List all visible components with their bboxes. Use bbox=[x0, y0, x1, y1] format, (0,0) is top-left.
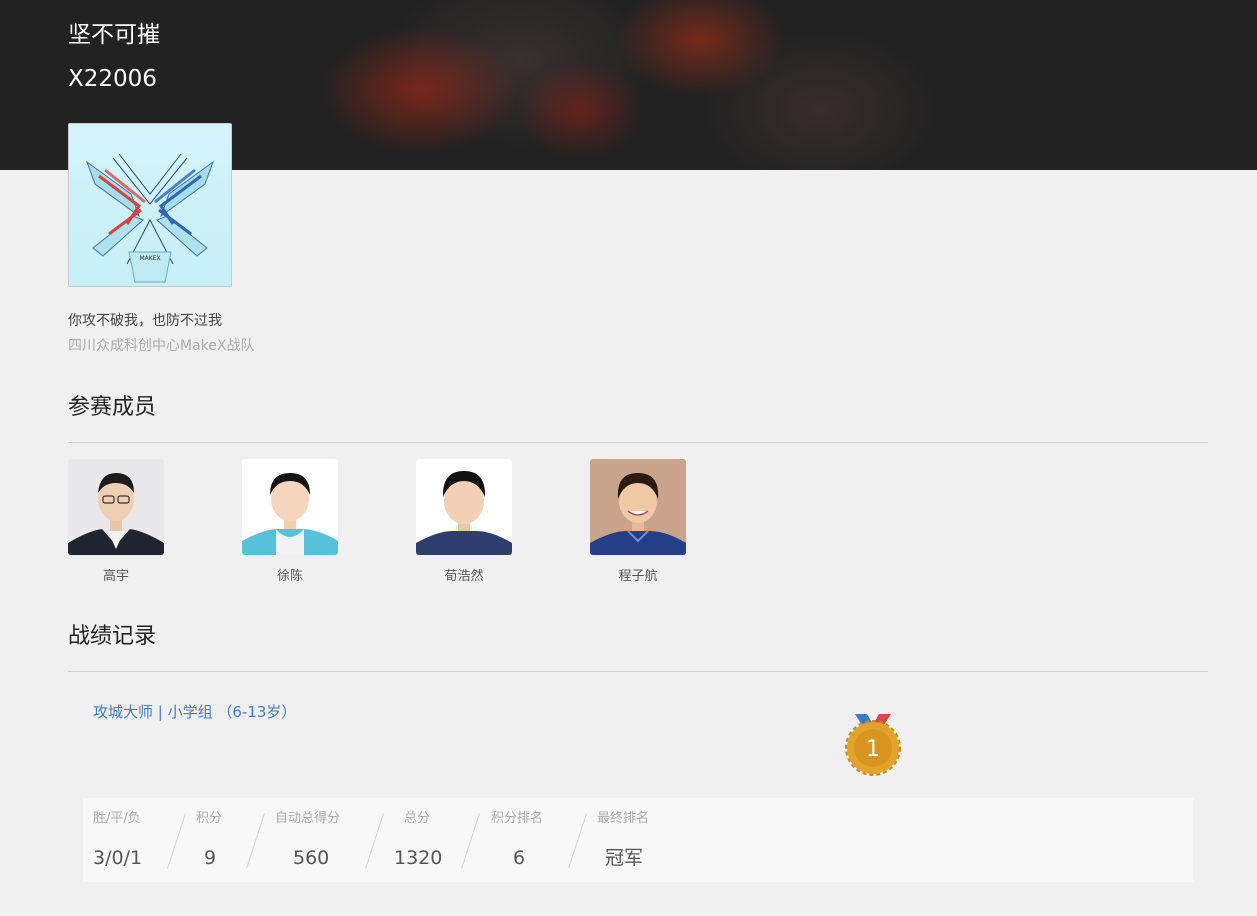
member-card[interactable]: 荀浩然 bbox=[416, 459, 512, 586]
stat-separator bbox=[461, 813, 480, 869]
stat-value: 9 bbox=[204, 847, 217, 869]
stat-label: 自动总得分 bbox=[275, 811, 341, 826]
team-name: 坚不可摧 bbox=[68, 22, 160, 48]
stat-label: 总分 bbox=[404, 811, 431, 826]
members-section-title: 参赛成员 bbox=[68, 395, 157, 420]
stat-label: 积分 bbox=[196, 811, 223, 826]
member-photo bbox=[242, 459, 338, 555]
logo-wordmark: MAKEX bbox=[139, 255, 160, 262]
member-name: 荀浩然 bbox=[444, 569, 484, 584]
stat-label: 积分排名 bbox=[491, 811, 544, 826]
member-card[interactable]: 徐陈 bbox=[242, 459, 338, 586]
team-code: X22006 bbox=[68, 66, 157, 92]
member-name: 程子航 bbox=[618, 569, 658, 584]
records-section-title: 战绩记录 bbox=[68, 624, 157, 649]
competition-link[interactable]: 攻城大师 | 小学组 （6-13岁） bbox=[93, 701, 296, 723]
stats-bar: 胜/平/负 3/0/1 积分 9 自动总得分 560 总分 1320 积分排名 … bbox=[83, 798, 1193, 882]
team-logo: MAKEX bbox=[68, 123, 232, 287]
members-divider bbox=[68, 442, 1208, 443]
stat-separator bbox=[568, 813, 587, 869]
gold-medal-icon: 1 bbox=[843, 712, 903, 776]
stat-value: 3/0/1 bbox=[93, 847, 143, 869]
member-card[interactable]: 高宇 bbox=[68, 459, 164, 586]
member-photo bbox=[68, 459, 164, 555]
stat-separator bbox=[246, 813, 265, 869]
stat-label: 胜/平/负 bbox=[93, 811, 141, 826]
team-organization: 四川众成科创中心MakeX战队 bbox=[68, 338, 255, 354]
stat-separator bbox=[365, 813, 384, 869]
member-photo bbox=[416, 459, 512, 555]
stat-value: 6 bbox=[513, 847, 526, 869]
stat-value: 560 bbox=[293, 847, 330, 869]
stat-value: 1320 bbox=[394, 847, 443, 869]
team-slogan: 你攻不破我，也防不过我 bbox=[68, 313, 222, 329]
records-divider bbox=[68, 671, 1208, 672]
member-photo bbox=[590, 459, 686, 555]
member-name: 徐陈 bbox=[276, 569, 303, 584]
stat-separator bbox=[167, 813, 186, 869]
stat-label: 最终排名 bbox=[597, 811, 650, 826]
medal-rank: 1 bbox=[866, 737, 880, 762]
member-card[interactable]: 程子航 bbox=[590, 459, 686, 586]
member-name: 高宇 bbox=[102, 569, 129, 584]
stat-value: 冠军 bbox=[605, 847, 644, 869]
